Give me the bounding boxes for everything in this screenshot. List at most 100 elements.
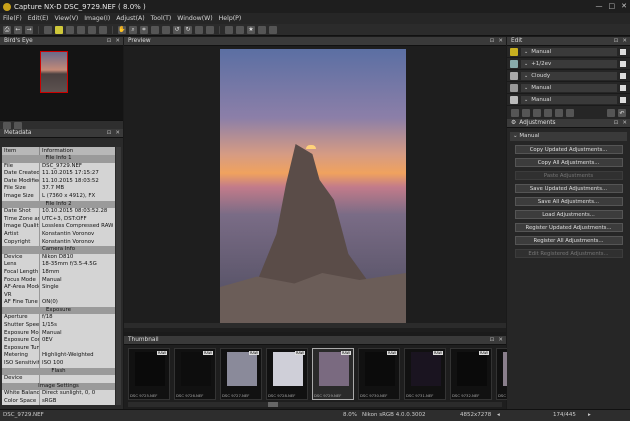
metadata-section-header[interactable]: File Info 1 <box>2 155 115 163</box>
close-button[interactable]: ✕ <box>621 2 627 10</box>
layout-icon[interactable] <box>44 25 52 34</box>
menu-tool[interactable]: Tool(T) <box>151 15 172 22</box>
menu-image[interactable]: Image(I) <box>84 15 110 22</box>
enable-checkbox[interactable] <box>620 96 626 103</box>
pin-icon[interactable]: ⊡ <box>490 337 495 343</box>
reset-icon[interactable] <box>607 109 615 117</box>
preview-photo[interactable] <box>220 49 406 325</box>
edit-step-value[interactable]: ⌄ Manual <box>521 95 617 104</box>
metadata-section-header[interactable]: Exposure <box>2 306 115 315</box>
column-information[interactable]: Information <box>40 147 73 155</box>
fill-tool-icon[interactable] <box>555 109 563 117</box>
next-page-icon[interactable]: ▸ <box>588 412 591 418</box>
color-picker-icon[interactable] <box>195 25 203 34</box>
preview-scrollbar[interactable] <box>124 323 506 328</box>
grid-icon[interactable] <box>66 25 74 34</box>
adjustment-button[interactable]: Register All Adjustments... <box>514 236 623 245</box>
adjustment-button[interactable]: Copy Updated Adjustments... <box>514 145 623 154</box>
close-icon[interactable]: ✕ <box>115 38 120 44</box>
edit-step-value[interactable]: ⌄ +1/2ev <box>521 59 617 68</box>
prev-page-icon[interactable]: ◂ <box>497 412 500 418</box>
rotate-left-icon[interactable]: ↺ <box>173 25 181 34</box>
edit-row[interactable]: ⌄ Manual <box>507 82 630 94</box>
retouch-icon[interactable] <box>162 25 170 34</box>
pin-icon[interactable]: ⊡ <box>490 38 495 44</box>
edit-step-value[interactable]: ⌄ Cloudy <box>521 71 617 80</box>
star-icon[interactable]: ★ <box>247 25 255 34</box>
menu-view[interactable]: View(V) <box>54 15 78 22</box>
close-icon[interactable]: ✕ <box>622 38 627 44</box>
edit-step-value[interactable]: ⌄ Manual <box>521 83 617 92</box>
enable-checkbox[interactable] <box>620 60 626 67</box>
enable-checkbox[interactable] <box>620 48 626 55</box>
thumbnail-scrollbar[interactable] <box>128 402 502 407</box>
edit-row[interactable]: ⌄ Manual <box>507 46 630 58</box>
pin-icon[interactable]: ⊡ <box>614 38 619 44</box>
birds-eye-thumbnail[interactable] <box>40 51 68 93</box>
fullscreen-icon[interactable] <box>99 25 107 34</box>
adjustment-button[interactable]: Edit Registered Adjustments... <box>514 249 623 258</box>
metadata-section-header[interactable]: Flash <box>2 367 115 376</box>
straighten-icon[interactable] <box>151 25 159 34</box>
metadata-section-header[interactable]: File Info 2 <box>2 200 115 209</box>
menu-edit[interactable]: Edit(E) <box>28 15 49 22</box>
pin-icon[interactable]: ⊡ <box>107 38 112 44</box>
pin-icon[interactable]: ⊡ <box>107 130 112 136</box>
close-icon[interactable]: ✕ <box>622 120 627 126</box>
edit-step-value[interactable]: ⌄ Manual <box>521 47 617 56</box>
white-balance-icon[interactable] <box>206 25 214 34</box>
adjustment-button[interactable]: Copy All Adjustments... <box>514 158 623 167</box>
thumbnail-item[interactable]: RAW DSC 9731.NEF <box>404 348 446 400</box>
eraser-tool-icon[interactable] <box>566 109 574 117</box>
thumbnail-item[interactable]: RAW DSC 9727.NEF <box>220 348 262 400</box>
options-icon[interactable] <box>269 25 277 34</box>
filter-icon[interactable] <box>258 25 266 34</box>
thumbnail-item[interactable]: RAW DSC 9728.NEF <box>266 348 308 400</box>
minimize-button[interactable]: — <box>596 2 603 10</box>
pin-icon[interactable]: ⊡ <box>614 120 619 126</box>
menu-adjust[interactable]: Adjust(A) <box>116 15 144 22</box>
adjustment-button[interactable]: Save All Adjustments... <box>514 197 623 206</box>
print-icon[interactable]: ⎙ <box>3 25 11 34</box>
select-tool-icon[interactable] <box>522 109 530 117</box>
thumbnail-item[interactable]: RAW DSC 9729.NEF <box>312 348 354 400</box>
close-icon[interactable]: ✕ <box>498 38 503 44</box>
rotate-tool-icon[interactable] <box>544 109 552 117</box>
menu-window[interactable]: Window(W) <box>177 15 212 22</box>
thumbnail-item[interactable]: RAW DSC 9726.NEF <box>174 348 216 400</box>
close-icon[interactable]: ✕ <box>498 337 503 343</box>
hand-icon[interactable]: ✋ <box>118 25 126 34</box>
adjustment-button[interactable]: Register Updated Adjustments... <box>514 223 623 232</box>
menu-help[interactable]: Help(P) <box>219 15 242 22</box>
crop-tool-icon[interactable] <box>511 109 519 117</box>
enable-checkbox[interactable] <box>620 84 626 91</box>
back-icon[interactable]: ← <box>14 25 22 34</box>
undo-icon[interactable]: ↶ <box>618 109 626 117</box>
maximize-button[interactable]: □ <box>609 2 616 10</box>
metadata-scrollbar[interactable] <box>116 147 121 405</box>
column-item[interactable]: Item <box>2 147 40 155</box>
rotate-right-icon[interactable]: ↻ <box>184 25 192 34</box>
thumbnail-item[interactable]: RAW DSC 9725.NEF <box>128 348 170 400</box>
edit-row[interactable]: ⌄ +1/2ev <box>507 58 630 70</box>
filmstrip-icon[interactable] <box>77 25 85 34</box>
edit-row[interactable]: ⌄ Manual <box>507 94 630 106</box>
browser-icon[interactable] <box>55 25 63 34</box>
close-icon[interactable]: ✕ <box>115 130 120 136</box>
crop-icon[interactable]: ⌗ <box>140 25 148 34</box>
edit-row[interactable]: ⌄ Cloudy <box>507 70 630 82</box>
forward-icon[interactable]: → <box>25 25 33 34</box>
scroll-knob[interactable] <box>268 402 278 407</box>
brush-tool-icon[interactable] <box>533 109 541 117</box>
enable-checkbox[interactable] <box>620 72 626 79</box>
metadata-section-header[interactable]: Camera Info <box>2 246 115 254</box>
adjustment-button[interactable]: Paste Adjustments <box>514 171 623 180</box>
thumbnail-item[interactable]: RAW DSC 9732.NEF <box>450 348 492 400</box>
settings-icon[interactable] <box>236 25 244 34</box>
display-icon[interactable] <box>225 25 233 34</box>
adjustment-button[interactable]: Save Updated Adjustments... <box>514 184 623 193</box>
zoom-icon[interactable]: ⌕ <box>129 25 137 34</box>
thumbnail-item[interactable]: RAW DSC 9730.NEF <box>358 348 400 400</box>
adjustment-button[interactable]: Load Adjustments... <box>514 210 623 219</box>
menu-file[interactable]: File(F) <box>3 15 22 22</box>
